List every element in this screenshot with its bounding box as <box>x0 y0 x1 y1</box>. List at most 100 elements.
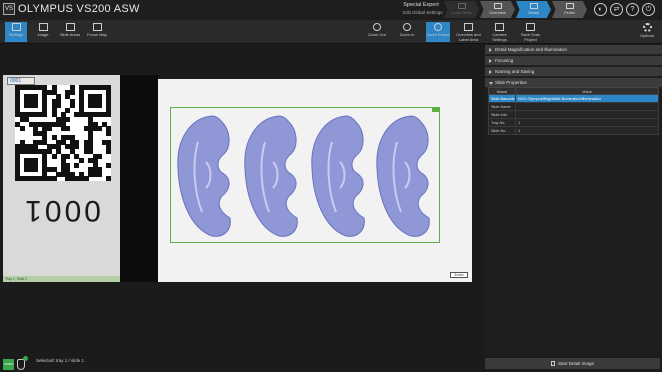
zoom-extent-icon <box>434 23 442 31</box>
slide-info-value[interactable] <box>515 110 659 119</box>
table-row[interactable]: Slide Barcode 0001 Olympus/Brightfield I… <box>488 94 659 103</box>
qr-module <box>47 126 52 132</box>
slide-areas-button[interactable]: Slide Areas <box>58 22 82 42</box>
qr-module <box>69 103 75 109</box>
section-focusing[interactable]: Focusing <box>485 56 662 66</box>
qr-module <box>51 153 57 159</box>
camera-settings-button[interactable]: Camera Settings <box>487 22 512 42</box>
overview-label-area-button[interactable]: Overview and Label Area <box>455 22 482 42</box>
qr-module <box>51 176 57 182</box>
tray-no-value: 1 <box>515 118 659 127</box>
zoom-out-button[interactable]: Zoom Out <box>366 22 388 42</box>
qr-module <box>65 153 71 159</box>
section-detail-magnification[interactable]: Detail Magnification and Illumination <box>485 45 662 55</box>
title-bar: VS OLYMPUS VS200 ASW Special Expert Edit… <box>0 0 662 20</box>
mode-subtitle[interactable]: Edit Global Settings <box>403 10 443 15</box>
step-finish[interactable]: Finish <box>552 1 587 18</box>
app-logo: VS <box>3 3 15 15</box>
window-icons: ◐ ⇄ ? ⏻ <box>594 3 658 16</box>
options-button[interactable]: Options <box>636 22 658 42</box>
slide-barcode-value[interactable]: 0001 Olympus/Brightfield Illumination/il… <box>515 94 659 103</box>
qr-module <box>106 130 112 136</box>
qr-module <box>19 126 25 132</box>
status-text: Selected: tray 1 / slide 1 <box>36 358 85 363</box>
slide-no-value: 1 <box>515 126 659 135</box>
camera-icon <box>495 23 504 31</box>
status-badge <box>23 356 28 361</box>
slide-name-value[interactable] <box>515 102 659 111</box>
slide-areas-icon <box>65 23 75 31</box>
qr-module <box>97 171 103 177</box>
qr-module <box>65 126 71 132</box>
qr-module <box>79 158 84 164</box>
qr-module <box>83 176 89 182</box>
step-detail[interactable]: Detail <box>516 1 551 18</box>
label-number: 0001 <box>22 194 101 227</box>
scan-area-frame[interactable] <box>170 107 440 243</box>
step-load-slides[interactable]: Load Slides <box>444 1 479 18</box>
table-row[interactable]: Slide Info <box>488 110 659 119</box>
qr-module <box>65 107 71 113</box>
table-row[interactable]: Tray No. 1 <box>488 118 659 127</box>
focus-map-button[interactable]: Focus Map <box>85 22 109 42</box>
column-name: Name <box>488 87 516 95</box>
slide-properties-table: Name Value Slide Barcode 0001 Olympus/Br… <box>488 87 659 135</box>
save-scan-project-button[interactable]: Save Scan Project <box>518 22 543 42</box>
qr-module <box>74 144 80 150</box>
qr-module <box>42 112 48 118</box>
detail-icon <box>529 3 538 9</box>
settings-button[interactable]: Settings <box>5 22 27 42</box>
swap-icon[interactable]: ⇄ <box>610 3 623 16</box>
scan-area-handle[interactable] <box>432 107 440 112</box>
app-title: OLYMPUS VS200 ASW <box>18 3 140 15</box>
table-row[interactable]: Slide Name <box>488 102 659 111</box>
qr-module <box>33 103 39 109</box>
qr-module <box>97 126 103 132</box>
qr-module <box>74 162 80 168</box>
slide-top-edge <box>158 75 472 79</box>
section-naming-saving[interactable]: Naming and Saving <box>485 67 662 77</box>
focus-map-icon <box>92 23 102 31</box>
label-footer: Tray 1, Slide 1 <box>3 276 120 282</box>
device-status-button[interactable]: VS200 <box>3 359 14 370</box>
zoom-in-icon <box>403 23 411 31</box>
settings-icon <box>11 23 21 31</box>
zoom-in-button[interactable]: Zoom In <box>396 22 418 42</box>
label-badge: 0001 <box>7 77 35 85</box>
start-detail-image-button[interactable]: Start Detail Image <box>485 358 660 369</box>
qr-module <box>97 153 103 159</box>
properties-panel: Detail Magnification and Illumination Fo… <box>485 45 662 354</box>
toolbar: Settings Image Slide Areas Focus Map Zoo… <box>0 20 662 44</box>
save-icon <box>526 23 535 31</box>
qr-module <box>97 103 103 109</box>
scale-bar: 5 mm <box>450 272 468 278</box>
slide-right-edge <box>472 75 479 282</box>
image-button[interactable]: Image <box>32 22 54 42</box>
qr-module <box>65 117 71 122</box>
drop-icon[interactable]: ◐ <box>594 3 607 16</box>
status-bar: VS200 Selected: tray 1 / slide 1 <box>0 354 482 372</box>
tray-icon <box>457 3 466 9</box>
qr-module <box>69 89 75 95</box>
table-row[interactable]: Slide No. 1 <box>488 126 659 135</box>
qr-module <box>106 149 112 154</box>
table-header: Name Value <box>488 87 659 95</box>
finish-icon <box>565 3 574 9</box>
slide-edge <box>120 75 158 282</box>
gear-icon <box>642 23 652 32</box>
user-mode[interactable]: Special Expert Edit Global Settings <box>403 2 443 15</box>
qr-module <box>106 112 112 118</box>
image-icon <box>38 23 48 31</box>
zoom-out-icon <box>373 23 381 31</box>
qr-module <box>106 176 112 182</box>
zoom-extent-button[interactable]: Zoom Extent <box>426 22 450 42</box>
slide-label-image[interactable]: 0001 0001 Tray 1, Slide 1 <box>3 75 120 282</box>
workflow-steps: Load Slides Overview Detail Finish <box>444 1 588 19</box>
mode-title: Special Expert <box>403 2 439 8</box>
step-overview[interactable]: Overview <box>480 1 515 18</box>
qr-module <box>106 162 112 168</box>
overview-label-icon <box>464 23 473 31</box>
power-icon[interactable]: ⏻ <box>642 3 655 16</box>
help-icon[interactable]: ? <box>626 3 639 16</box>
qr-module <box>33 167 39 173</box>
